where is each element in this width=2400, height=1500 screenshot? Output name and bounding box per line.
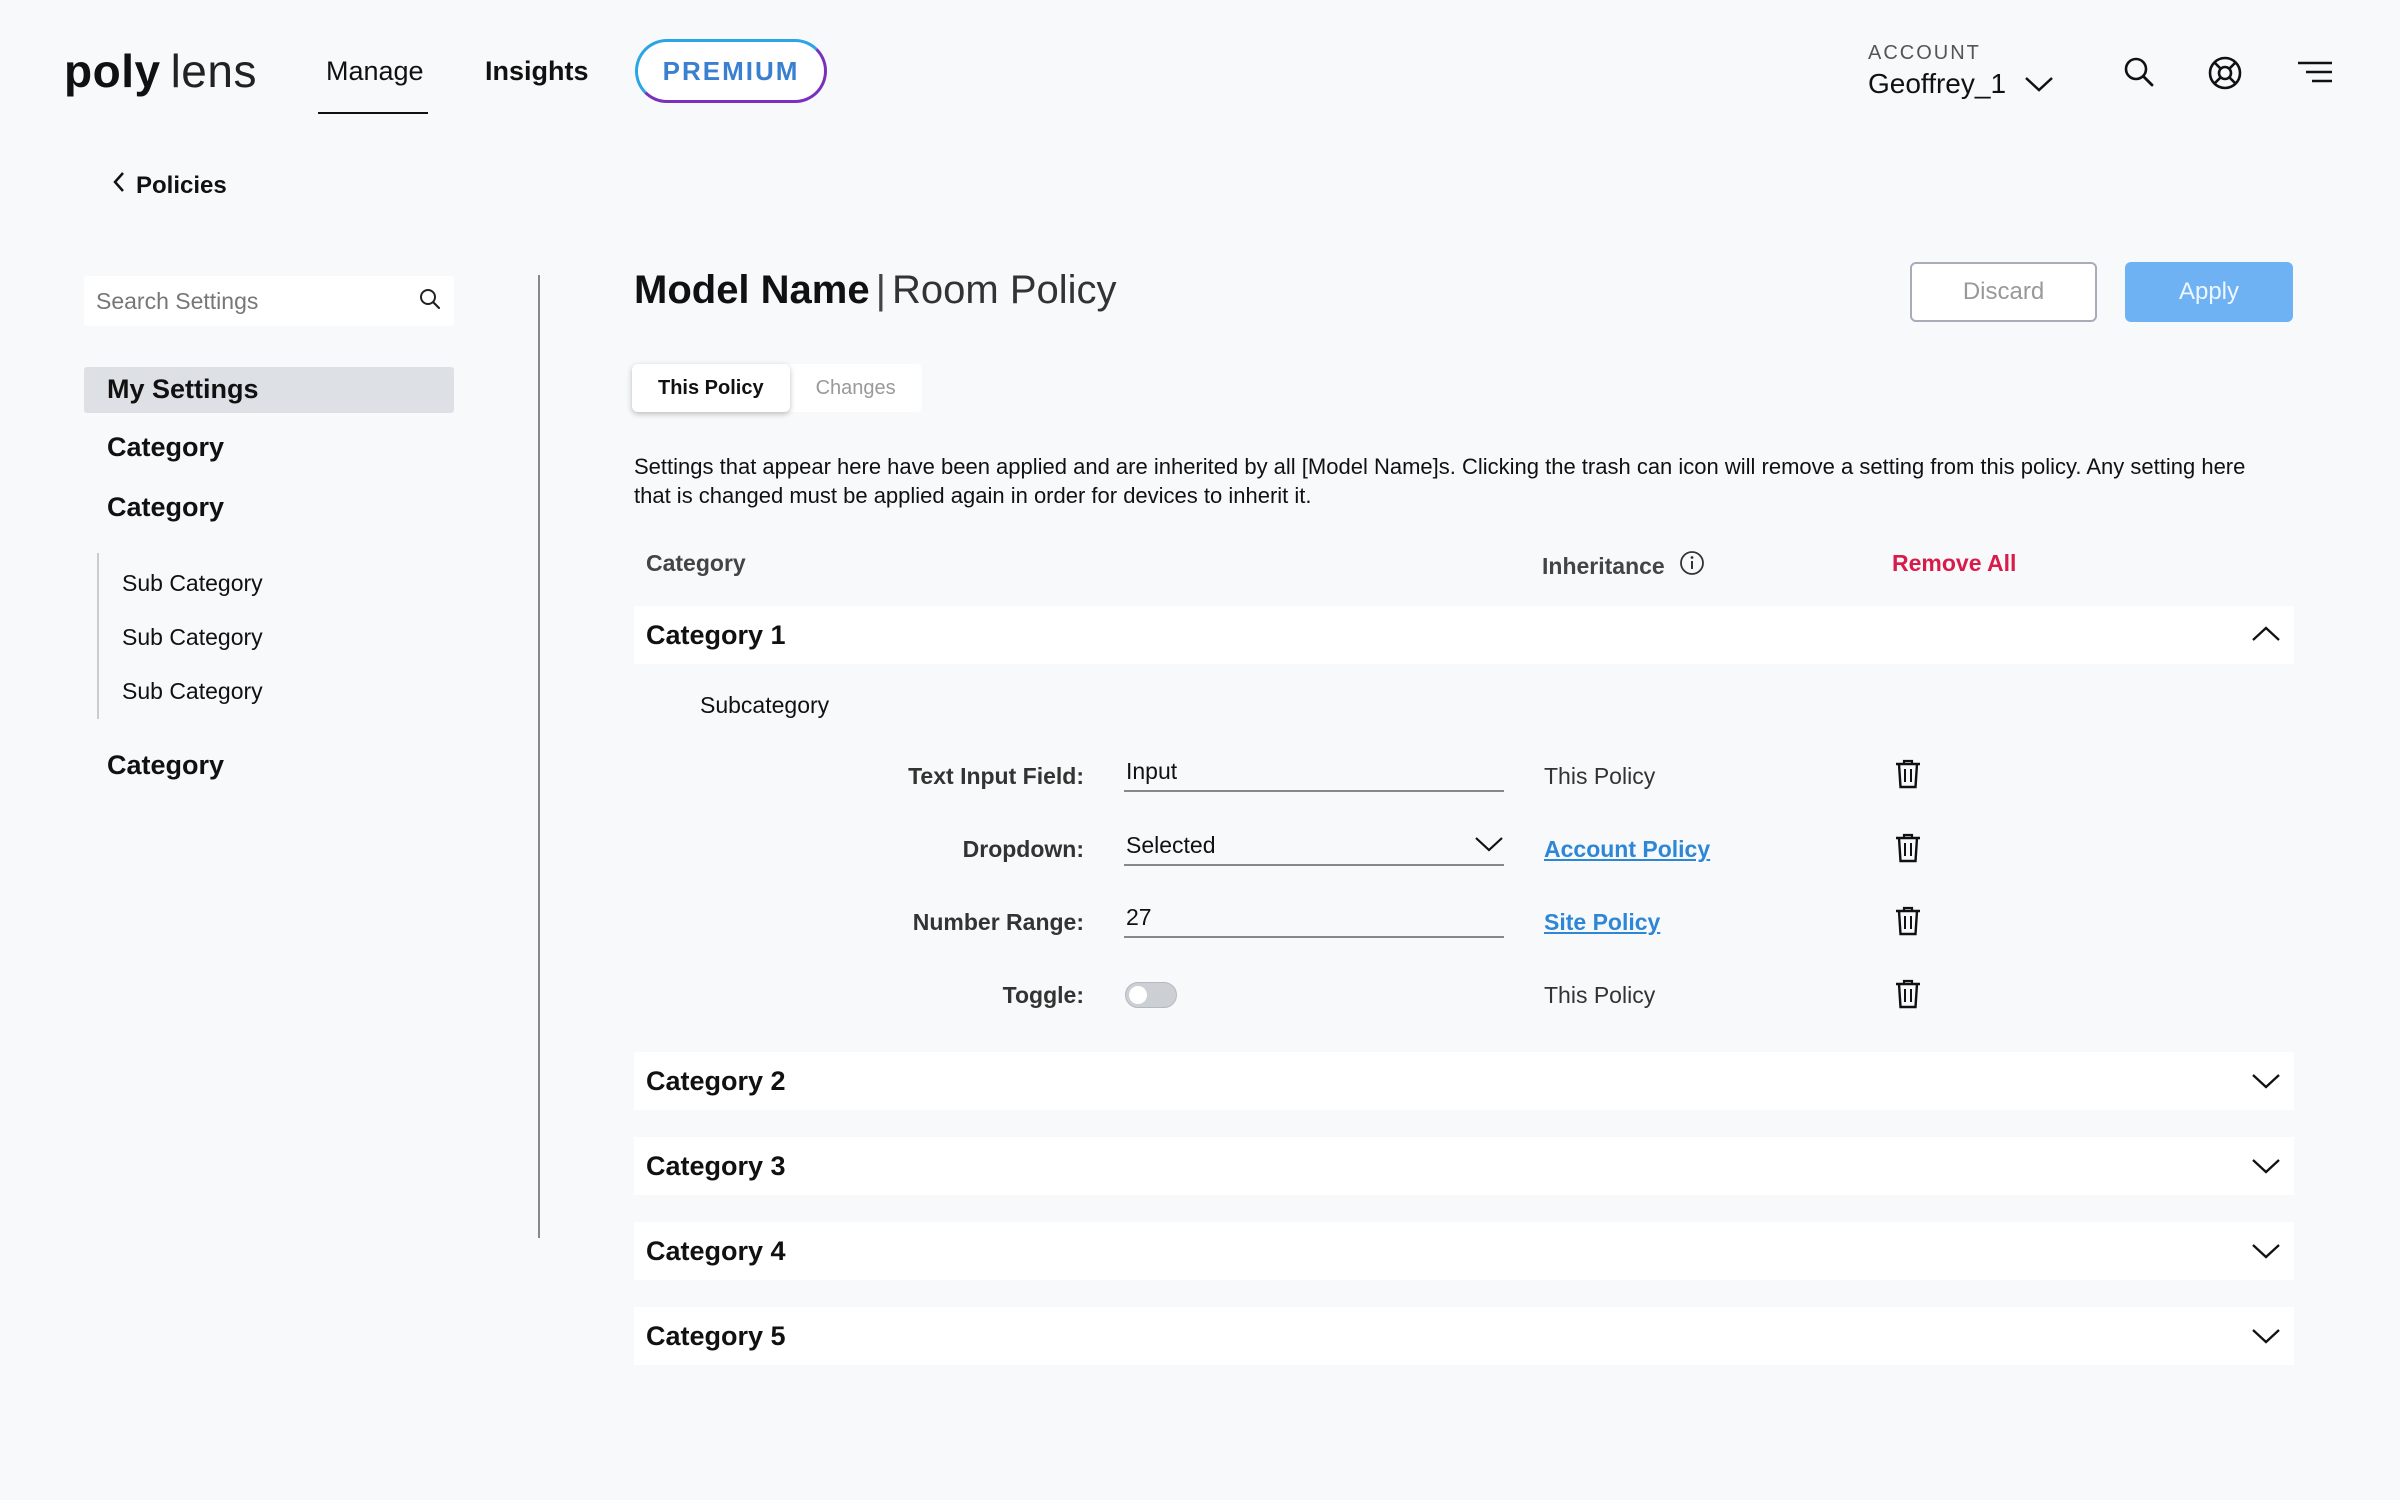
sidebar-item-category[interactable]: Category <box>107 432 224 463</box>
chevron-up-icon[interactable] <box>2250 624 2282 649</box>
info-icon[interactable] <box>1679 550 1705 582</box>
inheritance-label: Inheritance <box>1542 552 1665 579</box>
dropdown-value: Selected <box>1126 831 1216 858</box>
category-label: Category 5 <box>646 1320 786 1351</box>
trash-icon[interactable] <box>1894 905 1922 942</box>
search-settings-box[interactable] <box>84 276 454 326</box>
subcategory-heading: Subcategory <box>700 692 830 718</box>
nav-active-underline <box>318 112 428 114</box>
search-icon[interactable] <box>418 287 442 316</box>
sidebar-item-category[interactable]: Category <box>107 750 224 781</box>
sidebar-item-category[interactable]: Category <box>107 492 224 523</box>
menu-icon[interactable] <box>2296 60 2334 89</box>
category-accordion-1[interactable]: Category 1 <box>634 606 2294 664</box>
dropdown-label: Dropdown: <box>962 836 1084 862</box>
category-accordion-5[interactable]: Category 5 <box>634 1307 2294 1365</box>
trash-icon[interactable] <box>1894 978 1922 1015</box>
number-range-input[interactable]: 27 <box>1124 898 1504 938</box>
trash-icon[interactable] <box>1894 832 1922 869</box>
text-input-field[interactable]: Input <box>1124 752 1504 792</box>
category-label: Category 4 <box>646 1235 786 1266</box>
tab-changes[interactable]: Changes <box>790 364 922 412</box>
category-accordion-3[interactable]: Category 3 <box>634 1137 2294 1195</box>
category-accordion-2[interactable]: Category 2 <box>634 1052 2294 1110</box>
nav-manage[interactable]: Manage <box>326 56 424 87</box>
back-to-policies-link[interactable]: Policies <box>112 170 227 201</box>
inheritance-account-policy-link[interactable]: Account Policy <box>1544 836 1710 863</box>
inheritance-this-policy: This Policy <box>1544 763 1656 789</box>
policy-tabs: This Policy Changes <box>632 364 922 412</box>
account-label: ACCOUNT <box>1868 42 1981 64</box>
help-icon[interactable] <box>2207 55 2243 96</box>
toggle-label: Toggle: <box>1002 982 1084 1008</box>
logo-bold-text: poly <box>64 45 161 97</box>
category-label: Category 2 <box>646 1065 786 1096</box>
poly-lens-logo[interactable]: poly lens <box>64 44 257 98</box>
account-name[interactable]: Geoffrey_1 <box>1868 68 2006 100</box>
sidebar-item-sub-category[interactable]: Sub Category <box>122 624 263 651</box>
number-range-label: Number Range: <box>912 909 1084 935</box>
search-input[interactable] <box>96 287 418 315</box>
chevron-down-icon[interactable] <box>2250 1156 2282 1181</box>
remove-all-button[interactable]: Remove All <box>1892 550 2016 577</box>
apply-button[interactable]: Apply <box>2125 262 2293 322</box>
column-header-inheritance: Inheritance <box>1542 550 1705 582</box>
dropdown-select[interactable]: Selected <box>1124 826 1504 866</box>
back-label: Policies <box>136 171 227 199</box>
category-accordion-4[interactable]: Category 4 <box>634 1222 2294 1280</box>
policy-description: Settings that appear here have been appl… <box>634 454 2246 508</box>
category-label: Category 1 <box>646 619 786 650</box>
chevron-down-icon <box>1474 832 1504 859</box>
discard-button[interactable]: Discard <box>1910 262 2097 322</box>
text-input-field-label: Text Input Field: <box>908 763 1084 789</box>
chevron-down-icon[interactable] <box>2250 1326 2282 1351</box>
sidebar-item-my-settings[interactable]: My Settings <box>107 374 259 405</box>
chevron-down-icon[interactable] <box>2250 1241 2282 1266</box>
logo-light-text: lens <box>170 45 257 97</box>
column-header-category: Category <box>646 550 746 576</box>
category-label: Category 3 <box>646 1150 786 1181</box>
search-icon[interactable] <box>2122 55 2156 94</box>
setting-toggle[interactable] <box>1125 982 1177 1008</box>
title-separator: | <box>875 268 886 312</box>
trash-icon[interactable] <box>1894 758 1922 795</box>
toggle-knob <box>1129 986 1147 1004</box>
premium-button[interactable]: PREMIUM <box>635 39 827 103</box>
page-title: Model Name | Room Policy <box>634 268 1117 313</box>
chevron-left-icon <box>112 170 126 201</box>
sidebar-divider <box>538 275 540 1238</box>
chevron-down-icon[interactable] <box>2023 74 2055 99</box>
nav-insights[interactable]: Insights <box>485 56 589 87</box>
title-policy-type: Room Policy <box>892 268 1117 312</box>
inheritance-this-policy: This Policy <box>1544 982 1656 1008</box>
number-range-value: 27 <box>1126 903 1152 930</box>
title-model-name: Model Name <box>634 268 870 312</box>
tab-this-policy[interactable]: This Policy <box>632 364 790 412</box>
sidebar-item-sub-category[interactable]: Sub Category <box>122 570 263 597</box>
sub-category-guide-line <box>97 553 99 719</box>
chevron-down-icon[interactable] <box>2250 1071 2282 1096</box>
text-input-value: Input <box>1126 757 1178 784</box>
inheritance-site-policy-link[interactable]: Site Policy <box>1544 909 1660 936</box>
sidebar-item-sub-category[interactable]: Sub Category <box>122 678 263 705</box>
